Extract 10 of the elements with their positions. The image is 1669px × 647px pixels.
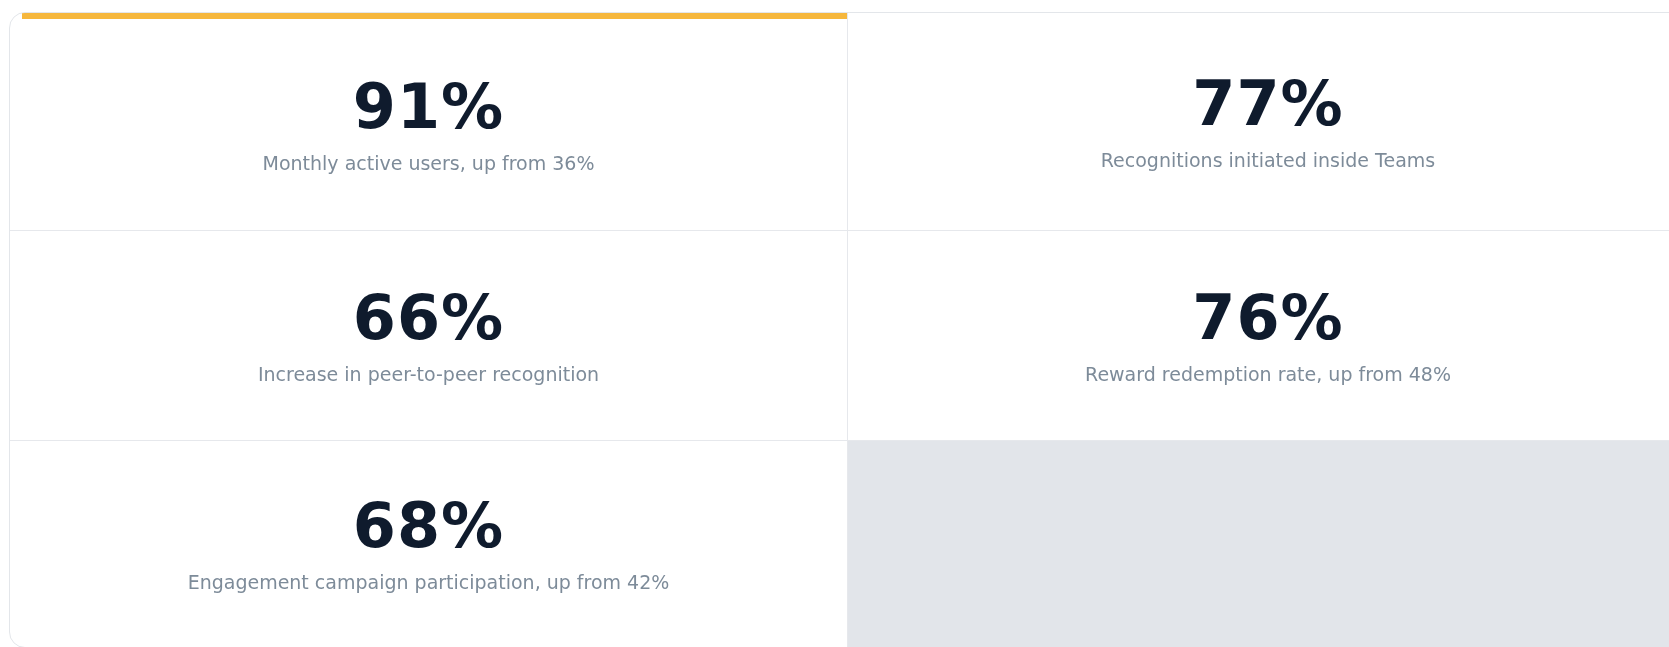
stat-value: 68% <box>352 495 505 557</box>
stat-label: Monthly active users, up from 36% <box>262 151 595 174</box>
stat-label: Recognitions initiated inside Teams <box>1100 148 1436 171</box>
stat-value: 91% <box>352 75 505 138</box>
stat-value: 66% <box>352 286 505 349</box>
stat-value: 77% <box>1192 72 1344 135</box>
stat-label: Reward redemption rate, up from 48% <box>1085 362 1451 385</box>
stat-label: Engagement campaign participation, up from 42% <box>187 571 670 593</box>
stat-label: Increase in peer-to-peer recognition <box>257 362 600 385</box>
stat-value: 76% <box>1192 286 1344 349</box>
